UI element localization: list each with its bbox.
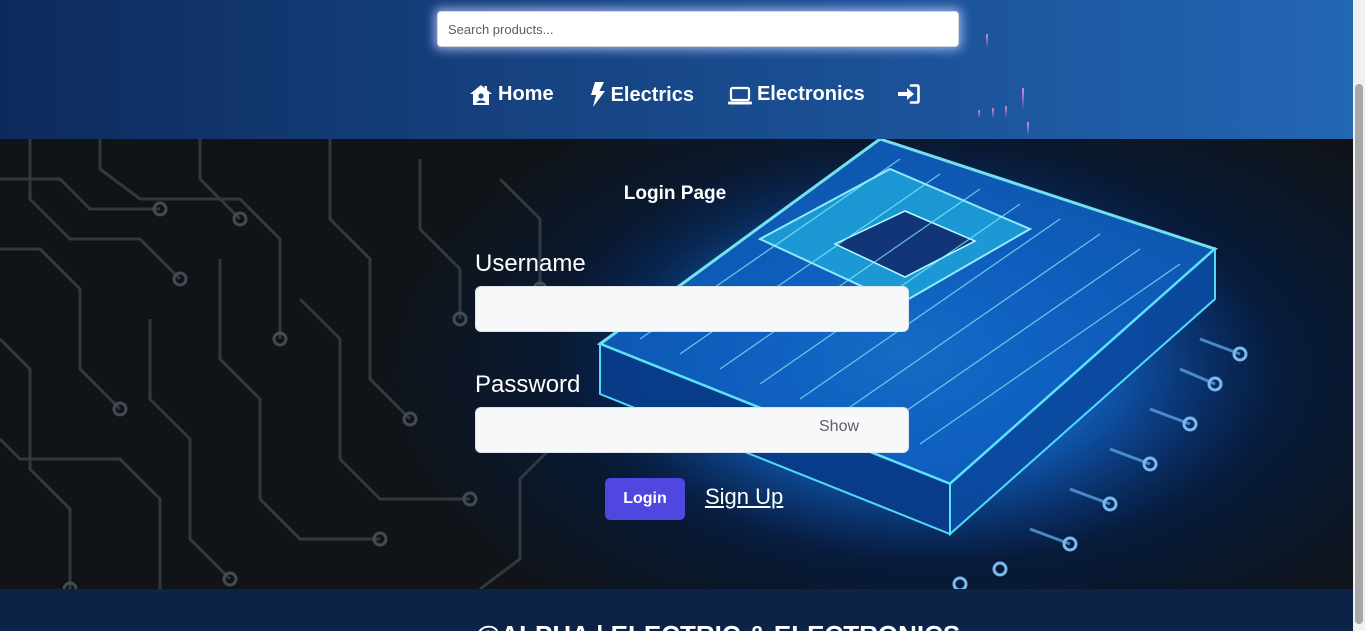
search-input[interactable] (437, 11, 959, 47)
sign-up-link[interactable]: Sign Up (705, 484, 783, 510)
footer-copyright: @ALPHA | ELECTRIC & ELECTRONICS (475, 620, 960, 631)
main-nav: Home Electrics Electronics (469, 78, 925, 110)
sign-in-icon (897, 84, 920, 104)
username-field[interactable] (475, 286, 909, 332)
circuit-background-image (0, 139, 1265, 589)
nav-item-home[interactable]: Home (469, 83, 554, 106)
decorative-streak (1005, 106, 1007, 118)
decorative-streak (1022, 88, 1024, 110)
page: Home Electrics Electronics (0, 0, 1365, 631)
nav-item-electronics[interactable]: Electronics (727, 82, 865, 106)
lightning-icon (590, 81, 605, 107)
decorative-streak (992, 108, 994, 118)
laptop-icon (727, 86, 752, 104)
scrollbar-thumb[interactable] (1355, 84, 1363, 624)
login-section: Login Page Username Password Show Login … (0, 139, 1353, 589)
password-label: Password (475, 371, 581, 398)
nav-item-label: Home (498, 82, 554, 105)
nav-item-sign-in[interactable] (897, 84, 925, 104)
nav-item-electrics[interactable]: Electrics (590, 81, 694, 107)
login-button[interactable]: Login (605, 478, 685, 520)
decorative-streak (978, 110, 980, 118)
site-footer: @ALPHA | ELECTRIC & ELECTRONICS (0, 589, 1353, 631)
page-title: Login Page (623, 183, 727, 204)
page-scrollbar[interactable] (1353, 0, 1365, 631)
nav-item-label: Electronics (756, 82, 865, 105)
decorative-streak (986, 34, 988, 48)
username-label: Username (475, 250, 586, 277)
nav-item-label: Electrics (610, 83, 694, 106)
home-icon (470, 84, 492, 105)
decorative-streak (1027, 122, 1029, 136)
show-password-toggle[interactable]: Show (819, 418, 859, 436)
site-header: Home Electrics Electronics (0, 0, 1353, 139)
